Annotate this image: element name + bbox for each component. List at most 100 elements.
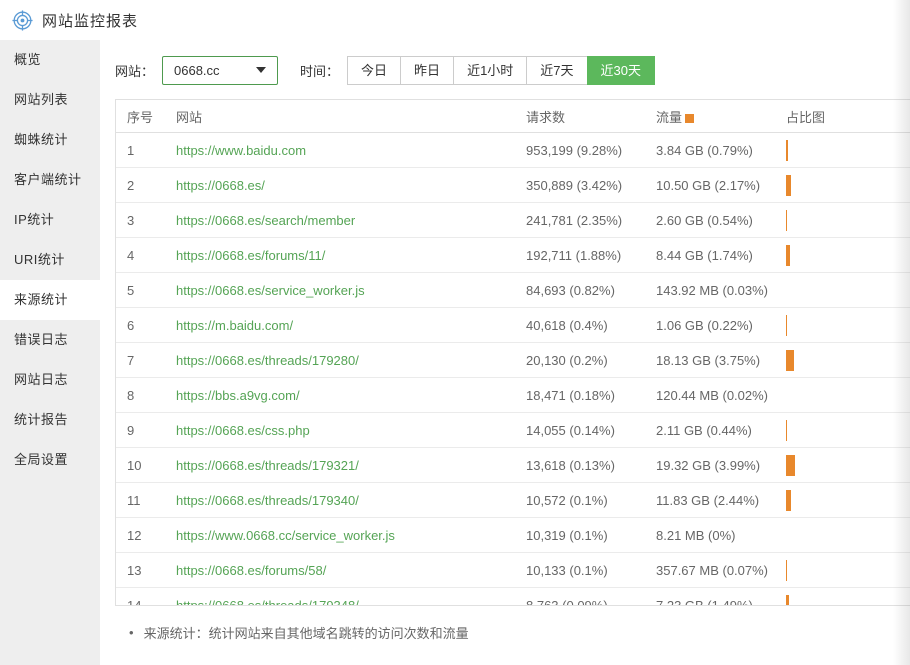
table-row: 1 https://www.baidu.com 953,199 (9.28%) … <box>116 133 910 168</box>
referrer-url-link[interactable]: https://0668.es/threads/179321/ <box>176 458 359 473</box>
referrer-url-link[interactable]: https://0668.es/forums/11/ <box>176 248 325 263</box>
referrer-url-link[interactable]: https://0668.es/forums/58/ <box>176 563 326 578</box>
ratio-chart-cell <box>786 280 910 301</box>
referrer-stats-table: 序号 网站 请求数 流量 占比图 1 https://www.baidu.com… <box>115 99 910 606</box>
row-index: 9 <box>116 423 176 438</box>
requests-value: 13,618 (0.13%) <box>526 458 656 473</box>
bullet-icon: • <box>129 625 134 640</box>
referrer-url-link[interactable]: https://0668.es/threads/179280/ <box>176 353 359 368</box>
page-title: 网站监控报表 <box>42 10 138 31</box>
row-index: 13 <box>116 563 176 578</box>
site-label: 网站： <box>115 61 154 80</box>
referrer-url-link[interactable]: https://0668.es/search/member <box>176 213 355 228</box>
table-row: 7 https://0668.es/threads/179280/ 20,130… <box>116 343 910 378</box>
ratio-chart-cell <box>786 490 910 511</box>
row-index: 10 <box>116 458 176 473</box>
table-body: 1 https://www.baidu.com 953,199 (9.28%) … <box>116 133 910 606</box>
traffic-value: 2.60 GB (0.54%) <box>656 213 786 228</box>
traffic-ratio-bar <box>786 350 794 371</box>
ratio-chart-cell <box>786 245 910 266</box>
time-range-button-2[interactable]: 近1小时 <box>453 56 527 85</box>
referrer-url-link[interactable]: https://0668.es/service_worker.js <box>176 283 365 298</box>
time-range-button-4[interactable]: 近30天 <box>587 56 655 85</box>
row-index: 6 <box>116 318 176 333</box>
referrer-url-link[interactable]: https://www.0668.cc/service_worker.js <box>176 528 395 543</box>
table-row: 13 https://0668.es/forums/58/ 10,133 (0.… <box>116 553 910 588</box>
requests-value: 953,199 (9.28%) <box>526 143 656 158</box>
ratio-chart-cell <box>786 420 910 441</box>
requests-value: 10,572 (0.1%) <box>526 493 656 508</box>
site-select-value: 0668.cc <box>174 63 220 78</box>
sidebar: 概览 网站列表 蜘蛛统计 客户端统计 IP统计 URI统计 来源统计 错误日志 … <box>0 40 100 665</box>
ratio-chart-cell <box>786 525 910 546</box>
sidebar-item-1[interactable]: 网站列表 <box>0 80 100 120</box>
sidebar-item-5[interactable]: URI统计 <box>0 240 100 280</box>
sidebar-item-10[interactable]: 全局设置 <box>0 440 100 480</box>
traffic-ratio-bar <box>786 490 791 511</box>
ratio-chart-cell <box>786 350 910 371</box>
sidebar-item-7[interactable]: 错误日志 <box>0 320 100 360</box>
sidebar-item-6[interactable]: 来源统计 <box>0 280 100 320</box>
referrer-url-link[interactable]: https://bbs.a9vg.com/ <box>176 388 300 403</box>
traffic-value: 143.92 MB (0.03%) <box>656 283 786 298</box>
column-header-requests[interactable]: 请求数 <box>526 107 656 126</box>
ratio-chart-cell <box>786 315 910 336</box>
row-index: 12 <box>116 528 176 543</box>
time-label: 时间： <box>300 61 339 80</box>
ratio-chart-cell <box>786 385 910 406</box>
time-range-button-0[interactable]: 今日 <box>347 56 401 85</box>
traffic-ratio-bar <box>786 455 795 476</box>
referrer-url-link[interactable]: https://m.baidu.com/ <box>176 318 293 333</box>
time-range-button-1[interactable]: 昨日 <box>400 56 454 85</box>
traffic-value: 19.32 GB (3.99%) <box>656 458 786 473</box>
table-header-row: 序号 网站 请求数 流量 占比图 <box>116 100 910 133</box>
traffic-value: 10.50 GB (2.17%) <box>656 178 786 193</box>
target-logo-icon <box>12 10 33 31</box>
sidebar-item-9[interactable]: 统计报告 <box>0 400 100 440</box>
row-index: 4 <box>116 248 176 263</box>
column-header-traffic[interactable]: 流量 <box>656 107 786 126</box>
requests-value: 18,471 (0.18%) <box>526 388 656 403</box>
row-index: 11 <box>116 493 176 508</box>
row-index: 1 <box>116 143 176 158</box>
traffic-ratio-bar <box>786 245 790 266</box>
site-select-dropdown[interactable]: 0668.cc <box>162 56 278 85</box>
traffic-ratio-bar <box>786 210 787 231</box>
footer-note-text: 来源统计：统计网站来自其他域名跳转的访问次数和流量 <box>144 623 469 642</box>
table-row: 5 https://0668.es/service_worker.js 84,6… <box>116 273 910 308</box>
requests-value: 192,711 (1.88%) <box>526 248 656 263</box>
table-row: 10 https://0668.es/threads/179321/ 13,61… <box>116 448 910 483</box>
requests-value: 20,130 (0.2%) <box>526 353 656 368</box>
ratio-chart-cell <box>786 175 910 196</box>
referrer-url-link[interactable]: https://www.baidu.com <box>176 143 306 158</box>
footer-note: • 来源统计：统计网站来自其他域名跳转的访问次数和流量 <box>115 623 910 642</box>
table-row: 4 https://0668.es/forums/11/ 192,711 (1.… <box>116 238 910 273</box>
sidebar-item-3[interactable]: 客户端统计 <box>0 160 100 200</box>
referrer-url-link[interactable]: https://0668.es/css.php <box>176 423 310 438</box>
requests-value: 14,055 (0.14%) <box>526 423 656 438</box>
table-row: 9 https://0668.es/css.php 14,055 (0.14%)… <box>116 413 910 448</box>
referrer-url-link[interactable]: https://0668.es/ <box>176 178 265 193</box>
page: 网站监控报表 概览 网站列表 蜘蛛统计 客户端统计 IP统计 URI统计 来源统… <box>0 0 910 665</box>
ratio-chart-cell <box>786 595 910 607</box>
table-row: 3 https://0668.es/search/member 241,781 … <box>116 203 910 238</box>
column-header-site: 网站 <box>176 107 526 126</box>
table-row: 14 https://0668.es/threads/179348/ 8,763… <box>116 588 910 606</box>
traffic-value: 8.44 GB (1.74%) <box>656 248 786 263</box>
row-index: 5 <box>116 283 176 298</box>
sidebar-item-4[interactable]: IP统计 <box>0 200 100 240</box>
traffic-value: 8.21 MB (0%) <box>656 528 786 543</box>
column-header-traffic-label: 流量 <box>656 110 682 125</box>
requests-value: 241,781 (2.35%) <box>526 213 656 228</box>
referrer-url-link[interactable]: https://0668.es/threads/179340/ <box>176 493 359 508</box>
sidebar-item-2[interactable]: 蜘蛛统计 <box>0 120 100 160</box>
row-index: 2 <box>116 178 176 193</box>
requests-value: 84,693 (0.82%) <box>526 283 656 298</box>
traffic-value: 11.83 GB (2.44%) <box>656 493 786 508</box>
sidebar-item-0[interactable]: 概览 <box>0 40 100 80</box>
referrer-url-link[interactable]: https://0668.es/threads/179348/ <box>176 598 359 607</box>
time-range-button-3[interactable]: 近7天 <box>526 56 587 85</box>
sidebar-item-8[interactable]: 网站日志 <box>0 360 100 400</box>
table-row: 8 https://bbs.a9vg.com/ 18,471 (0.18%) 1… <box>116 378 910 413</box>
row-index: 8 <box>116 388 176 403</box>
